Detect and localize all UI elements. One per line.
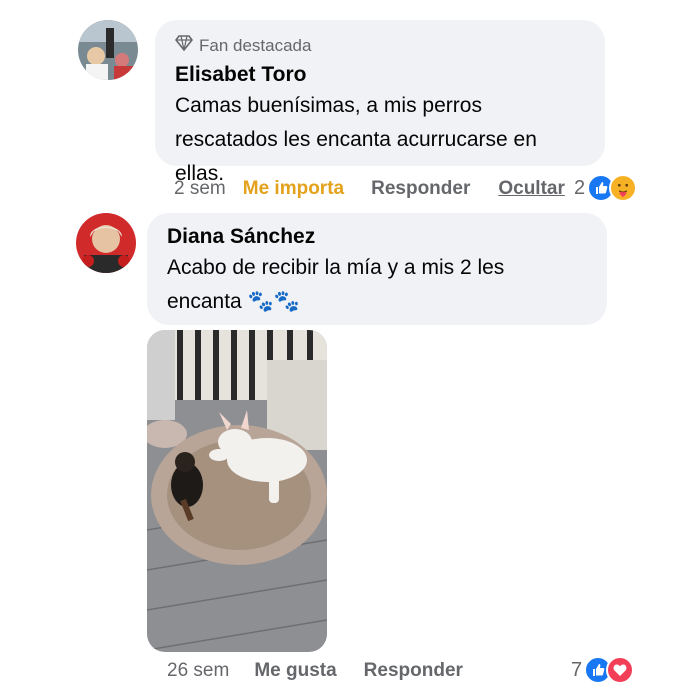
reaction-count: 7 <box>571 658 583 681</box>
timestamp[interactable]: 26 sem <box>167 660 229 682</box>
avatar[interactable] <box>78 20 138 80</box>
like-button[interactable]: Me gusta <box>254 660 336 682</box>
reply-button[interactable]: Responder <box>371 178 470 200</box>
comment-actions: 2 sem Me importa Responder Ocultar <box>174 178 565 200</box>
diamond-icon <box>174 34 194 57</box>
comment-text-line: Acabo de recibir la mía y a mis 2 les <box>167 256 505 279</box>
comment-actions: 26 sem Me gusta Responder <box>167 660 463 682</box>
avatar[interactable] <box>76 213 136 273</box>
hide-button[interactable]: Ocultar <box>498 178 565 200</box>
comment-text-line: Camas buenísimas, a mis perros <box>175 94 482 117</box>
reaction-summary[interactable]: 7 <box>571 656 635 684</box>
reaction-count: 2 <box>574 176 586 199</box>
top-fan-badge: Fan destacada <box>174 34 585 57</box>
comment-bubble: Fan destacada Elisabet Toro Camas buenís… <box>155 20 605 185</box>
care-icon <box>609 174 638 202</box>
comment-text-line: encanta 🐾🐾 <box>167 290 300 313</box>
comment-author[interactable]: Diana Sánchez <box>167 225 587 249</box>
love-icon <box>606 656 635 684</box>
comment-bubble: Diana Sánchez Acabo de recibir la mía y … <box>147 213 607 325</box>
badge-label: Fan destacada <box>199 35 312 55</box>
comment-author[interactable]: Elisabet Toro <box>175 63 585 87</box>
reply-button[interactable]: Responder <box>364 660 463 682</box>
timestamp[interactable]: 2 sem <box>174 178 226 200</box>
comment-photo[interactable] <box>147 330 327 652</box>
react-button[interactable]: Me importa <box>243 178 344 200</box>
reaction-summary[interactable]: 2 <box>574 174 638 202</box>
